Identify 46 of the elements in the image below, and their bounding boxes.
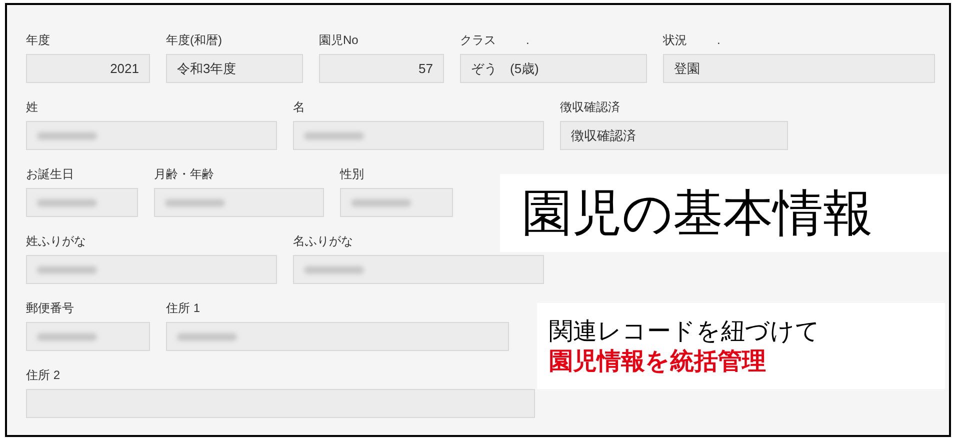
input-field[interactable] bbox=[26, 121, 277, 150]
input-field[interactable]: 2021 bbox=[26, 54, 150, 83]
input-field[interactable] bbox=[293, 255, 544, 284]
blurred-value bbox=[37, 266, 97, 274]
blurred-value bbox=[37, 132, 97, 140]
input-field[interactable]: 徴収確認済 bbox=[560, 121, 788, 150]
input-field[interactable]: 57 bbox=[319, 54, 444, 83]
input-field[interactable]: ぞう (5歳) bbox=[460, 54, 647, 83]
field-label: 郵便番号 bbox=[26, 300, 74, 317]
field-label: 名ふりがな bbox=[293, 233, 353, 250]
field-label: 姓 bbox=[26, 99, 38, 116]
input-field[interactable] bbox=[26, 322, 150, 351]
input-field[interactable]: 登園 bbox=[663, 54, 935, 83]
callout-highlight: 園児情報を統括管理 bbox=[549, 346, 767, 376]
blurred-value bbox=[165, 198, 225, 206]
field-label: 名 bbox=[293, 99, 305, 116]
field-label: 姓ふりがな bbox=[26, 233, 86, 250]
field-label: クラス bbox=[460, 32, 496, 49]
field-label: 年度(和暦) bbox=[166, 32, 222, 49]
blurred-value bbox=[351, 198, 411, 206]
input-field[interactable] bbox=[26, 188, 138, 217]
field-label: 月齢・年齢 bbox=[154, 166, 214, 183]
field-label: 園児No bbox=[319, 32, 358, 49]
blurred-value bbox=[37, 332, 97, 340]
input-field[interactable] bbox=[340, 188, 453, 217]
input-field[interactable] bbox=[26, 255, 277, 284]
headline: 園児の基本情報 bbox=[522, 188, 873, 238]
input-field[interactable] bbox=[26, 389, 535, 418]
blurred-value bbox=[37, 198, 97, 206]
input-field[interactable]: 令和3年度 bbox=[166, 54, 303, 83]
field-label: 年度 bbox=[26, 32, 50, 49]
field-label: 性別 bbox=[340, 166, 364, 183]
input-field[interactable] bbox=[293, 121, 544, 150]
field-label: お誕生日 bbox=[26, 166, 74, 183]
field-label: 住所 2 bbox=[26, 367, 60, 384]
input-field[interactable] bbox=[166, 322, 509, 351]
field-label: 住所 1 bbox=[166, 300, 200, 317]
field-label: 状況 bbox=[663, 32, 687, 49]
input-field[interactable] bbox=[154, 188, 324, 217]
blurred-value bbox=[177, 332, 237, 340]
field-label: 徴収確認済 bbox=[560, 99, 620, 116]
blurred-value bbox=[304, 266, 364, 274]
blurred-value bbox=[304, 132, 364, 140]
label-mark: . bbox=[526, 32, 530, 49]
label-mark: . bbox=[717, 32, 720, 49]
callout-text: 関連レコードを紐づけて bbox=[549, 316, 821, 346]
